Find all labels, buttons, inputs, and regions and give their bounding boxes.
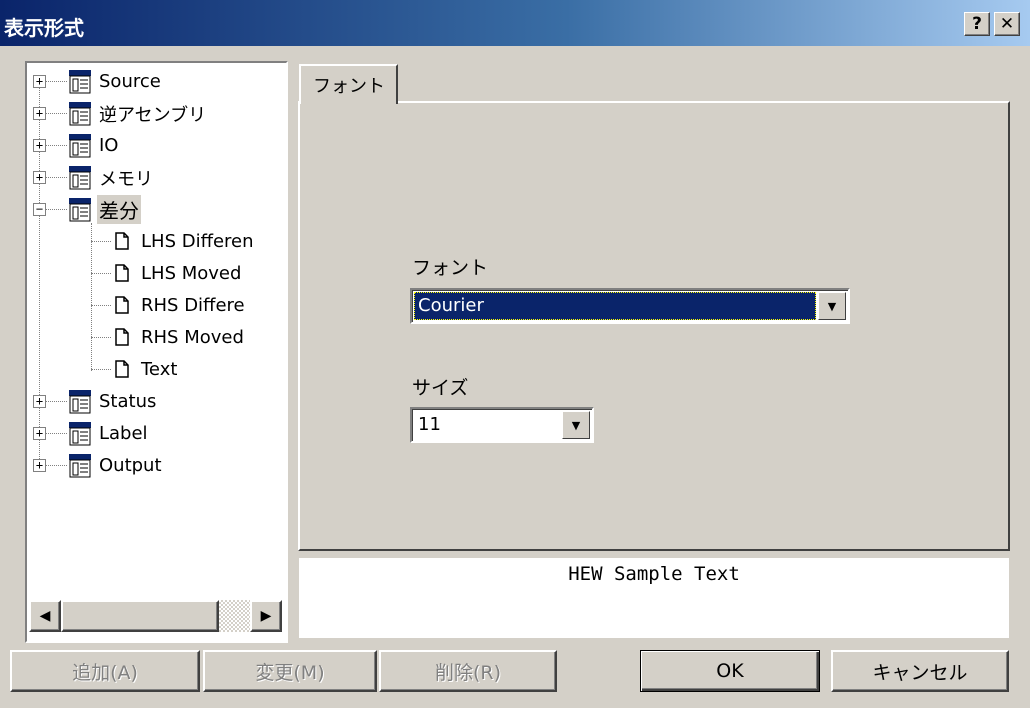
tree-item-label-node[interactable]: + Label xyxy=(27,419,286,448)
collapse-icon[interactable]: − xyxy=(33,203,46,216)
ok-button-label: OK xyxy=(716,660,744,682)
size-select[interactable]: 11 ▼ xyxy=(410,407,594,443)
font-dropdown-button[interactable]: ▼ xyxy=(818,292,846,320)
tree-item-source[interactable]: + Source xyxy=(27,67,286,96)
tree-item-label: LHS Moved xyxy=(141,263,242,284)
document-icon xyxy=(115,232,129,250)
ok-button[interactable]: OK xyxy=(640,650,820,692)
font-select-value: Courier xyxy=(414,292,816,320)
window-title: 表示形式 xyxy=(4,16,84,40)
tree-item-text[interactable]: Text xyxy=(27,355,286,384)
expand-icon[interactable]: + xyxy=(33,459,46,472)
size-label: サイズ xyxy=(412,377,469,399)
cancel-button[interactable]: キャンセル xyxy=(831,650,1009,692)
expand-icon[interactable]: + xyxy=(33,107,46,120)
tree-item-label: Status xyxy=(99,391,157,412)
change-button-label: 変更(M) xyxy=(255,661,325,684)
tree-item-label: RHS Moved xyxy=(141,327,244,348)
preview-area: HEW Sample Text xyxy=(299,558,1009,638)
document-icon xyxy=(115,264,129,282)
title-bar[interactable]: 表示形式 ? ✕ xyxy=(0,0,1030,46)
help-icon: ? xyxy=(972,14,982,34)
chevron-down-icon: ▼ xyxy=(827,299,837,313)
tree-view[interactable]: + Source + 逆アセンブリ + IO + メモリ − 差分 LHS Di… xyxy=(27,63,286,641)
document-icon xyxy=(115,360,129,378)
close-button[interactable]: ✕ xyxy=(994,12,1020,36)
expand-icon[interactable]: + xyxy=(33,395,46,408)
size-dropdown-button[interactable]: ▼ xyxy=(562,411,590,439)
expand-icon[interactable]: + xyxy=(33,75,46,88)
tree-item-label: Source xyxy=(99,71,161,92)
font-select[interactable]: Courier ▼ xyxy=(410,288,850,324)
tab-label: フォント xyxy=(313,76,385,97)
change-button[interactable]: 変更(M) xyxy=(203,650,377,692)
arrow-right-icon: ▶ xyxy=(260,608,272,624)
tree-item-label: LHS Differen xyxy=(141,231,254,252)
scroll-right-button[interactable]: ▶ xyxy=(250,600,282,632)
tree-item-disassembly[interactable]: + 逆アセンブリ xyxy=(27,99,286,128)
tree-item-label: Text xyxy=(141,359,178,380)
tree-item-rhs-difference[interactable]: RHS Differe xyxy=(27,291,286,320)
add-button-label: 追加(A) xyxy=(72,661,138,684)
tree-item-rhs-moved[interactable]: RHS Moved xyxy=(27,323,286,352)
expand-icon[interactable]: + xyxy=(33,139,46,152)
tree-item-label: 逆アセンブリ xyxy=(99,104,207,126)
tree-item-status[interactable]: + Status xyxy=(27,387,286,416)
cancel-button-label: キャンセル xyxy=(872,661,968,684)
tab-font[interactable]: フォント xyxy=(299,64,398,104)
horizontal-scrollbar[interactable]: ◀ ▶ xyxy=(29,600,282,632)
expand-icon[interactable]: + xyxy=(33,171,46,184)
folder-icon xyxy=(69,198,91,222)
add-button[interactable]: 追加(A) xyxy=(10,650,200,692)
help-button[interactable]: ? xyxy=(964,12,990,36)
tree-item-label: Label xyxy=(99,423,148,444)
folder-icon xyxy=(69,166,91,190)
tree-item-lhs-moved[interactable]: LHS Moved xyxy=(27,259,286,288)
document-icon xyxy=(115,296,129,314)
font-label: フォント xyxy=(412,257,489,279)
tree-item-label: メモリ xyxy=(99,168,153,190)
close-icon: ✕ xyxy=(999,14,1015,34)
preview-text: HEW Sample Text xyxy=(568,563,740,585)
tree-item-label: RHS Differe xyxy=(141,295,245,316)
folder-icon xyxy=(69,134,91,158)
document-icon xyxy=(115,328,129,346)
arrow-left-icon: ◀ xyxy=(39,608,51,624)
folder-icon xyxy=(69,422,91,446)
scroll-left-button[interactable]: ◀ xyxy=(29,600,61,632)
tree-item-lhs-difference[interactable]: LHS Differen xyxy=(27,227,286,256)
tree-item-memory[interactable]: + メモリ xyxy=(27,163,286,192)
tree-item-diff[interactable]: − 差分 xyxy=(27,195,286,224)
folder-icon xyxy=(69,102,91,126)
delete-button[interactable]: 削除(R) xyxy=(379,650,557,692)
chevron-down-icon: ▼ xyxy=(571,418,581,432)
size-select-value: 11 xyxy=(418,414,441,435)
scroll-thumb[interactable] xyxy=(61,600,219,632)
folder-icon xyxy=(69,390,91,414)
tree-item-io[interactable]: + IO xyxy=(27,131,286,160)
delete-button-label: 削除(R) xyxy=(434,661,502,684)
folder-icon xyxy=(69,454,91,478)
expand-icon[interactable]: + xyxy=(33,427,46,440)
tree-item-label: IO xyxy=(99,135,119,156)
tab-panel-font: フォント Courier ▼ サイズ 11 ▼ xyxy=(298,101,1010,551)
tree-item-label: 差分 xyxy=(97,195,141,224)
folder-icon xyxy=(69,70,91,94)
tree-item-label: Output xyxy=(99,455,162,476)
tree-item-output[interactable]: + Output xyxy=(27,451,286,480)
